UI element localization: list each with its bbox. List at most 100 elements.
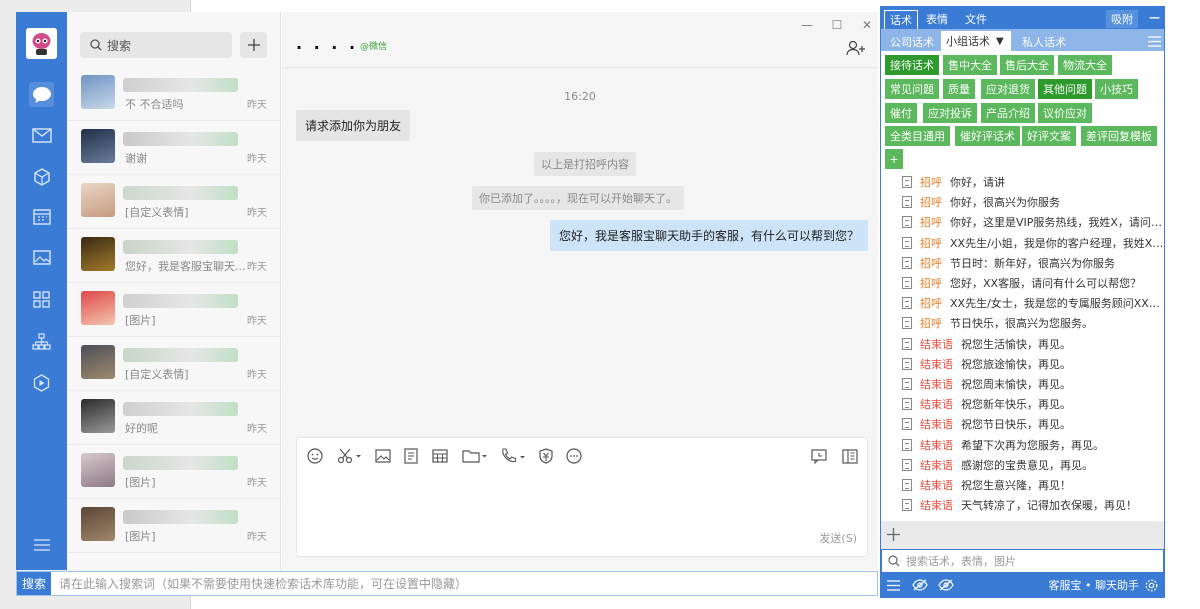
document-icon [902,236,912,249]
chat-icon[interactable] [29,82,54,107]
apps-grid-icon[interactable] [29,287,54,312]
script-search-input[interactable]: 搜索话术，表情，图片 [881,549,1164,573]
eye-slash-icon[interactable] [938,579,954,591]
script-item[interactable]: 招呼 你好，这里是VIP服务热线，我姓X，请问有什... [902,212,1164,232]
chat-history-icon[interactable] [811,446,827,466]
image-icon[interactable] [29,245,54,270]
chat-title: . . . . [296,34,359,53]
category-tag[interactable]: 全类目通用 [885,126,950,146]
message-input-area[interactable]: 发送(S) [296,437,868,557]
script-item[interactable]: 结束语 祝您新年快乐，再见。 [902,394,1164,414]
calendar-icon[interactable] [29,204,54,229]
script-item[interactable]: 结束语 祝您旅途愉快，再见。 [902,354,1164,374]
image-icon[interactable] [375,446,391,466]
minimize-panel-icon[interactable]: — [1144,10,1165,25]
folder-icon[interactable] [462,446,488,466]
script-item[interactable]: 结束语 祝您生活愉快，再见。 [902,334,1164,354]
tab-group-scripts[interactable]: 小组话术 ▼ [941,31,1011,51]
script-item[interactable]: 招呼 你好，请讲 [902,172,1164,192]
minimize-icon[interactable]: — [798,16,816,34]
add-category-button[interactable]: + [885,149,903,169]
contact-search-input[interactable]: 搜索 [80,32,232,58]
add-member-icon[interactable] [846,40,866,56]
contact-list-item[interactable]: 好的呢 昨天 [67,391,281,445]
quick-search-bar[interactable]: 搜索 请在此输入搜索词（如果不需要使用快速检索话术库功能，可在设置中隐藏） [16,571,878,596]
contact-list-item[interactable]: 谢谢 昨天 [67,121,281,175]
list-icon[interactable] [1143,32,1166,51]
document-icon [902,277,912,289]
tab-stickers[interactable]: 表情 [921,10,953,28]
dropdown-arrow-icon[interactable]: ▼ [996,36,1004,47]
contact-list-item[interactable]: [图片] 昨天 [67,499,281,553]
script-item[interactable]: 招呼 XX先生/女士，我是您的专属服务顾问XX，很... [902,293,1164,313]
category-tag[interactable]: 其他问题 [1038,79,1092,99]
script-item[interactable]: 招呼 节日快乐，很高兴为您服务。 [902,313,1164,333]
category-tag[interactable]: 差评回复模板 [1081,126,1157,146]
org-chart-icon[interactable] [29,329,54,354]
category-tag[interactable]: 好评文案 [1022,126,1076,146]
maximize-icon[interactable]: ☐ [828,16,846,34]
document-icon[interactable] [404,446,418,466]
contact-list-item[interactable]: [图片] 昨天 [67,283,281,337]
add-contact-button[interactable] [240,32,267,58]
category-tag[interactable]: 常见问题 [885,79,939,99]
category-tag[interactable]: 应对退货 [981,79,1035,99]
contact-list-item[interactable]: [自定义表情] 昨天 [67,337,281,391]
category-tag[interactable]: 议价应对 [1038,103,1092,123]
incoming-message[interactable]: 请求添加你为朋友 [296,110,411,141]
script-item[interactable]: 结束语 希望下次再为您服务，再见。 [902,435,1164,455]
tab-files[interactable]: 文件 [960,10,992,28]
script-text: 祝您新年快乐，再见。 [961,398,1071,412]
chat-panel: . . . . @微信 — ☐ ✕ 16:20 请求添加你为朋友 以上是打招呼内… [282,12,878,570]
script-item[interactable]: 结束语 感谢您的宝贵意见，再见。 [902,455,1164,475]
contact-time: 昨天 [247,478,267,489]
left-nav [16,12,67,570]
hexagon-icon[interactable] [29,370,54,395]
package-icon[interactable] [29,164,54,189]
menu-icon[interactable] [29,532,54,557]
category-tag[interactable]: 产品介绍 [981,103,1035,123]
pin-button[interactable]: 吸附 [1106,10,1138,28]
script-item[interactable]: 结束语 祝您周末愉快，再见。 [902,374,1164,394]
settings-icon[interactable] [1145,579,1158,592]
eye-slash-icon[interactable] [912,579,928,591]
category-tag[interactable]: 售后大全 [1000,55,1054,75]
category-tag[interactable]: 物流大全 [1058,55,1112,75]
category-tag[interactable]: 质量 [943,79,975,99]
close-icon[interactable]: ✕ [858,16,876,34]
contact-list-item[interactable]: [自定义表情] 昨天 [67,175,281,229]
more-icon[interactable] [566,446,582,466]
screenshot-icon[interactable] [337,446,361,466]
script-item[interactable]: 结束语 祝您节日快乐，再见。 [902,414,1164,434]
user-avatar[interactable] [26,28,57,59]
tab-private-scripts[interactable]: 私人话术 [1017,32,1071,51]
script-item[interactable]: 招呼 XX先生/小姐，我是你的客户经理，我姓X，很... [902,233,1164,253]
script-item[interactable]: 招呼 您好，XX客服，请问有什么可以帮您？ [902,273,1164,293]
payment-icon[interactable] [538,446,554,466]
emoji-icon[interactable] [307,446,323,466]
contact-list-item[interactable]: 不 不合适吗 昨天 [67,67,281,121]
category-tag[interactable]: 催好评话术 [955,126,1020,146]
contact-list-item[interactable]: [图片] 昨天 [67,445,281,499]
category-tag[interactable]: 催付 [885,103,917,123]
tab-scripts[interactable]: 话术 [884,10,918,30]
phone-icon[interactable] [500,446,526,466]
script-item[interactable]: 结束语 祝您生意兴隆，再见！ [902,475,1164,495]
category-tag[interactable]: 售中大全 [943,55,997,75]
menu-icon[interactable] [887,579,900,591]
send-button[interactable]: 发送(S) [819,530,857,546]
outgoing-message[interactable]: 您好，我是客服宝聊天助手的客服，有什么可以帮到您？ [549,220,868,251]
script-item[interactable]: 结束语 天气转凉了，记得加衣保暖，再见！ [902,495,1164,515]
mail-icon[interactable] [29,123,54,148]
add-script-icon[interactable] [887,528,900,541]
category-tag[interactable]: 应对投诉 [923,103,977,123]
script-item[interactable]: 招呼 节日时：新年好，很高兴为你服务 [902,253,1164,273]
script-search-placeholder: 搜索话术，表情，图片 [906,555,1016,568]
table-icon[interactable] [432,446,448,466]
contact-list-item[interactable]: 您好，我是客服宝聊天... 昨天 [67,229,281,283]
tab-company-scripts[interactable]: 公司话术 [885,32,939,51]
category-tag[interactable]: 小技巧 [1095,79,1138,99]
category-tag[interactable]: 接待话术 [885,55,939,75]
side-panel-icon[interactable] [842,446,858,466]
script-item[interactable]: 招呼 你好，很高兴为你服务 [902,192,1164,212]
